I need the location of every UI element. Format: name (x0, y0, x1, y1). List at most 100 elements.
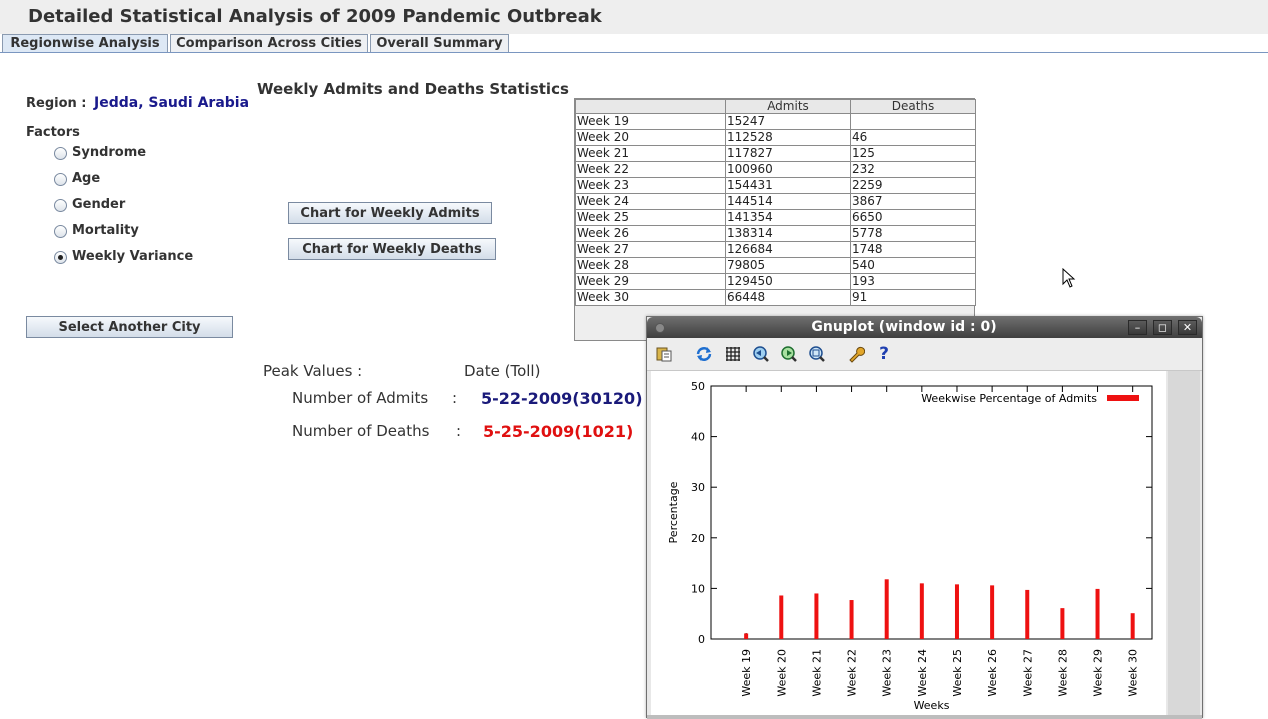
horizontal-scrollbar[interactable] (647, 715, 1202, 719)
admits-cell[interactable]: 112528 (725, 129, 851, 146)
table-row[interactable]: Week 19 15247 (575, 113, 976, 130)
close-icon[interactable]: ✕ (1178, 320, 1197, 335)
week-cell[interactable]: Week 22 (575, 161, 726, 178)
radio-age-label: Age (72, 171, 101, 186)
gnuplot-title: Gnuplot (window id : 0) (811, 319, 997, 335)
week-cell[interactable]: Week 21 (575, 145, 726, 162)
tab-comparison-across-cities[interactable]: Comparison Across Cities (170, 34, 368, 52)
admits-cell[interactable]: 129450 (725, 273, 851, 290)
maximize-icon[interactable]: ◻ (1153, 320, 1172, 335)
table-row[interactable]: Week 21 117827 125 (575, 145, 976, 162)
deaths-cell[interactable]: 2259 (850, 177, 976, 194)
bar-chart: 0 10 20 30 40 50 Week 19 Week 20 Week 21 Week 22 W… (667, 380, 1153, 712)
deaths-cell[interactable]: 1748 (850, 241, 976, 258)
admits-cell[interactable]: 144514 (725, 193, 851, 210)
bar (1095, 588, 1100, 639)
admits-cell[interactable]: 100960 (725, 161, 851, 178)
table-row[interactable]: Week 27 126684 1748 (575, 241, 976, 258)
copy-icon[interactable] (655, 345, 673, 363)
deaths-cell[interactable]: 3867 (850, 193, 976, 210)
stats-table-container[interactable]: Admits Deaths Week 19 15247 Week 20 112528 4… (574, 98, 976, 341)
table-row[interactable]: Week 24 144514 3867 (575, 193, 976, 210)
table-row[interactable]: Week 23 154431 2259 (575, 177, 976, 194)
select-another-city-button[interactable]: Select Another City (26, 316, 233, 338)
deaths-cell[interactable]: 193 (850, 273, 976, 290)
peak-deaths-value: 5-25-2009(1021) (483, 422, 634, 441)
column-header-deaths[interactable]: Deaths (850, 99, 976, 114)
region-value: Jedda, Saudi Arabia (94, 95, 250, 111)
grid-icon[interactable] (724, 345, 742, 363)
x-axis-label: Weeks (914, 699, 950, 712)
config-icon[interactable] (847, 345, 866, 363)
deaths-cell[interactable]: 5778 (850, 225, 976, 242)
admits-cell[interactable]: 117827 (725, 145, 851, 162)
admits-cell[interactable]: 15247 (725, 113, 851, 130)
chart-weekly-deaths-button[interactable]: Chart for Weekly Deaths (288, 238, 496, 260)
admits-cell[interactable]: 154431 (725, 177, 851, 194)
week-cell[interactable]: Week 27 (575, 241, 726, 258)
week-cell[interactable]: Week 25 (575, 209, 726, 226)
bar (1060, 608, 1065, 639)
table-row[interactable]: Week 22 100960 232 (575, 161, 976, 178)
help-icon[interactable]: ? (875, 345, 893, 363)
bar (919, 583, 924, 639)
column-header-admits[interactable]: Admits (725, 99, 851, 114)
tab-overall-summary[interactable]: Overall Summary (370, 34, 509, 52)
gnuplot-titlebar[interactable]: Gnuplot (window id : 0) – ◻ ✕ (647, 317, 1202, 338)
app-titlebar: Detailed Statistical Analysis of 2009 Pa… (0, 0, 1268, 34)
week-cell[interactable]: Week 26 (575, 225, 726, 242)
week-cell[interactable]: Week 29 (575, 273, 726, 290)
deaths-cell[interactable]: 46 (850, 129, 976, 146)
table-row[interactable]: Week 28 79805 540 (575, 257, 976, 274)
radio-weekly-variance-circle[interactable] (54, 251, 67, 264)
admits-cell[interactable]: 141354 (725, 209, 851, 226)
deaths-cell[interactable] (850, 113, 976, 130)
table-row[interactable]: Week 26 138314 5778 (575, 225, 976, 242)
deaths-cell[interactable]: 91 (850, 289, 976, 306)
table-row[interactable]: Week 25 141354 6650 (575, 209, 976, 226)
week-cell[interactable]: Week 23 (575, 177, 726, 194)
admits-cell[interactable]: 126684 (725, 241, 851, 258)
chart-weekly-admits-button[interactable]: Chart for Weekly Admits (288, 202, 492, 224)
tab-regionwise-analysis[interactable]: Regionwise Analysis (2, 34, 168, 53)
deaths-cell[interactable]: 125 (850, 145, 976, 162)
radio-mortality-circle[interactable] (54, 225, 67, 238)
zoom-next-icon[interactable] (780, 345, 798, 363)
table-row[interactable]: Week 29 129450 193 (575, 273, 976, 290)
week-cell[interactable]: Week 20 (575, 129, 726, 146)
replot-icon[interactable] (695, 345, 713, 363)
radio-syndrome-circle[interactable] (54, 147, 67, 160)
x-tick-label: Week 21 (810, 649, 823, 697)
vertical-scrollbar[interactable] (1168, 371, 1200, 715)
x-tick-label: Week 25 (951, 649, 964, 697)
admits-cell[interactable]: 79805 (725, 257, 851, 274)
radio-gender-circle[interactable] (54, 199, 67, 212)
bar (849, 600, 854, 639)
week-cell[interactable]: Week 19 (575, 113, 726, 130)
y-tick-label: 0 (698, 633, 705, 646)
x-tick-label: Week 23 (881, 649, 894, 697)
radio-age-circle[interactable] (54, 173, 67, 186)
week-cell[interactable]: Week 28 (575, 257, 726, 274)
x-tick-label: Week 24 (916, 649, 929, 697)
deaths-cell[interactable]: 540 (850, 257, 976, 274)
factors-label: Factors (26, 125, 80, 140)
autoscale-icon[interactable] (808, 345, 826, 363)
minimize-icon[interactable]: – (1128, 320, 1147, 335)
column-header-week[interactable] (575, 99, 726, 114)
zoom-previous-icon[interactable] (752, 345, 770, 363)
x-tick-label: Week 29 (1092, 649, 1105, 697)
deaths-cell[interactable]: 232 (850, 161, 976, 178)
radio-gender-label: Gender (72, 197, 126, 212)
week-cell[interactable]: Week 24 (575, 193, 726, 210)
table-row[interactable]: Week 30 66448 91 (575, 289, 976, 306)
admits-cell[interactable]: 66448 (725, 289, 851, 306)
table-row[interactable]: Week 20 112528 46 (575, 129, 976, 146)
gnuplot-window[interactable]: Gnuplot (window id : 0) – ◻ ✕ ? 0 10 20 30 4… (646, 316, 1203, 719)
bar (954, 584, 959, 639)
date-toll-label: Date (Toll) (464, 362, 541, 380)
week-cell[interactable]: Week 30 (575, 289, 726, 306)
admits-cell[interactable]: 138314 (725, 225, 851, 242)
deaths-cell[interactable]: 6650 (850, 209, 976, 226)
peak-values-label: Peak Values : (263, 362, 363, 380)
